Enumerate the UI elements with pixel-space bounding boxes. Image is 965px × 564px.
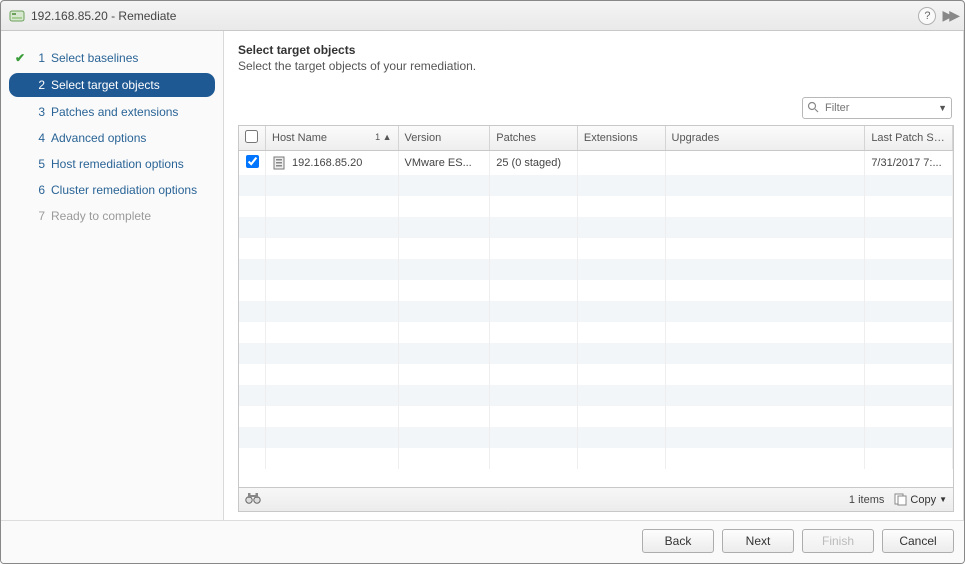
finish-button: Finish	[802, 529, 874, 553]
check-icon: ✔	[15, 51, 29, 65]
host-icon	[272, 156, 286, 170]
select-all-header[interactable]	[239, 126, 266, 151]
copy-icon	[894, 493, 907, 506]
col-upgrades[interactable]: Upgrades	[665, 126, 865, 151]
wizard-steps-sidebar: ✔1 Select baselines✔2 Select target obje…	[1, 31, 224, 520]
table-row[interactable]: 192.168.85.20 VMware ES...25 (0 staged) 7/…	[239, 151, 953, 175]
copy-button[interactable]: Copy▼	[894, 493, 947, 506]
step-label: Advanced options	[51, 131, 146, 145]
col-lastscan[interactable]: Last Patch Scan...	[865, 126, 953, 151]
col-hostname[interactable]: Host Name1 ▲	[266, 126, 399, 151]
table-row-empty	[239, 238, 953, 259]
wizard-step-2[interactable]: ✔2 Select target objects	[9, 73, 215, 97]
wizard-step-6[interactable]: ✔6 Cluster remediation options	[1, 177, 223, 203]
window-title: 192.168.85.20 - Remediate	[31, 9, 176, 23]
step-label: Ready to complete	[51, 209, 151, 223]
cancel-button[interactable]: Cancel	[882, 529, 954, 553]
cell-patches: 25 (0 staged)	[490, 151, 578, 175]
expand-icon[interactable]: ▶▶	[942, 7, 956, 24]
table-row-empty	[239, 406, 953, 427]
table-row-empty	[239, 196, 953, 217]
panel-heading: Select target objects	[238, 43, 954, 57]
panel-description: Select the target objects of your remedi…	[238, 59, 954, 73]
titlebar: 192.168.85.20 - Remediate ? ▶▶	[1, 1, 964, 31]
table-row-empty	[239, 364, 953, 385]
wizard-step-5[interactable]: ✔5 Host remediation options	[1, 151, 223, 177]
sort-indicator: 1 ▲	[375, 132, 391, 142]
cell-extensions	[577, 151, 665, 175]
col-version[interactable]: Version	[398, 126, 490, 151]
wizard-step-7: ✔7 Ready to complete	[1, 203, 223, 229]
wizard-button-bar: Back Next Finish Cancel	[1, 520, 964, 563]
table-row-empty	[239, 385, 953, 406]
step-label: Host remediation options	[51, 157, 184, 171]
table-row-empty	[239, 217, 953, 238]
cell-upgrades	[665, 151, 865, 175]
chevron-down-icon[interactable]: ▼	[938, 103, 947, 113]
cell-lastscan: 7/31/2017 7:...	[865, 151, 953, 175]
target-objects-grid: Host Name1 ▲ Version Patches Extensions …	[238, 125, 954, 512]
row-checkbox[interactable]	[246, 155, 259, 168]
table-row-empty	[239, 259, 953, 280]
wizard-step-3[interactable]: ✔3 Patches and extensions	[1, 99, 223, 125]
table-row-empty	[239, 301, 953, 322]
table-row-empty	[239, 427, 953, 448]
next-button[interactable]: Next	[722, 529, 794, 553]
vmware-icon	[9, 8, 25, 24]
table-row-empty	[239, 280, 953, 301]
step-label: Select baselines	[51, 51, 138, 65]
table-row-empty	[239, 448, 953, 469]
table-row-empty	[239, 175, 953, 196]
wizard-step-1[interactable]: ✔1 Select baselines	[1, 45, 223, 71]
step-label: Patches and extensions	[51, 105, 178, 119]
remediate-wizard-window: 192.168.85.20 - Remediate ? ▶▶ ✔1 Select…	[0, 0, 965, 564]
table-row-empty	[239, 322, 953, 343]
col-extensions[interactable]: Extensions	[577, 126, 665, 151]
items-count: 1 items	[849, 494, 884, 506]
search-icon	[807, 101, 819, 116]
back-button[interactable]: Back	[642, 529, 714, 553]
grid-footer: 1 items Copy▼	[239, 487, 953, 511]
step-label: Cluster remediation options	[51, 183, 197, 197]
binoculars-icon[interactable]	[245, 491, 261, 508]
table-row-empty	[239, 343, 953, 364]
select-all-checkbox[interactable]	[245, 130, 258, 143]
cell-version: VMware ES...	[398, 151, 490, 175]
filter-box[interactable]: ▼	[802, 97, 952, 119]
wizard-step-4[interactable]: ✔4 Advanced options	[1, 125, 223, 151]
help-icon[interactable]: ?	[918, 7, 936, 25]
col-patches[interactable]: Patches	[490, 126, 578, 151]
cell-hostname: 192.168.85.20	[292, 157, 362, 169]
filter-input[interactable]	[823, 101, 938, 115]
main-panel: Select target objects Select the target …	[224, 31, 964, 520]
step-label: Select target objects	[51, 78, 160, 92]
